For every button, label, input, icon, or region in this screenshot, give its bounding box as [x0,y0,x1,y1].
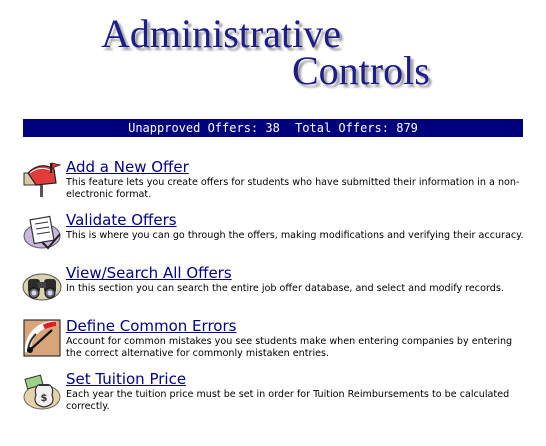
mailbox-icon[interactable] [22,159,62,199]
offer-stats-bar: Unapproved Offers: 38 Total Offers: 879 [23,119,523,137]
binoculars-icon[interactable] [22,265,62,305]
menu-item-view-search-offers: View/Search All Offers In this section y… [22,263,528,316]
svg-text:$: $ [41,393,48,404]
unapproved-offers-count: 38 [265,121,280,135]
menu-item-add-offer: Add a New Offer This feature lets you cr… [22,157,528,210]
total-offers-count: 879 [396,121,418,135]
page-title-line-2: Controls [292,48,430,93]
view-search-offers-description: In this section you can search the entir… [66,283,504,294]
unapproved-offers-label: Unapproved Offers: [128,121,259,135]
menu-item-validate-offers: Validate Offers This is where you can go… [22,210,528,263]
admin-menu: Add a New Offer This feature lets you cr… [22,157,528,422]
add-offer-link[interactable]: Add a New Offer [66,157,189,177]
define-errors-description: Account for common mistakes you see stud… [66,336,513,359]
validate-offers-link[interactable]: Validate Offers [66,210,177,230]
add-offer-description: This feature lets you create offers for … [66,177,520,200]
validate-offers-description: This is where you can go through the off… [66,230,524,241]
set-tuition-link[interactable]: Set Tuition Price [66,369,186,389]
checklist-icon[interactable] [22,212,62,252]
define-errors-link[interactable]: Define Common Errors [66,316,236,336]
total-offers-label: Total Offers: [295,121,389,135]
menu-item-set-tuition: $ Set Tuition Price Each year the tuitio… [22,369,528,422]
gauge-icon[interactable] [22,318,62,358]
page-header: Administrative Controls [0,0,546,110]
money-bag-icon[interactable]: $ [22,371,62,411]
menu-item-define-errors: Define Common Errors Account for common … [22,316,528,369]
set-tuition-description: Each year the tuition price must be set … [66,389,510,412]
view-search-offers-link[interactable]: View/Search All Offers [66,263,232,283]
